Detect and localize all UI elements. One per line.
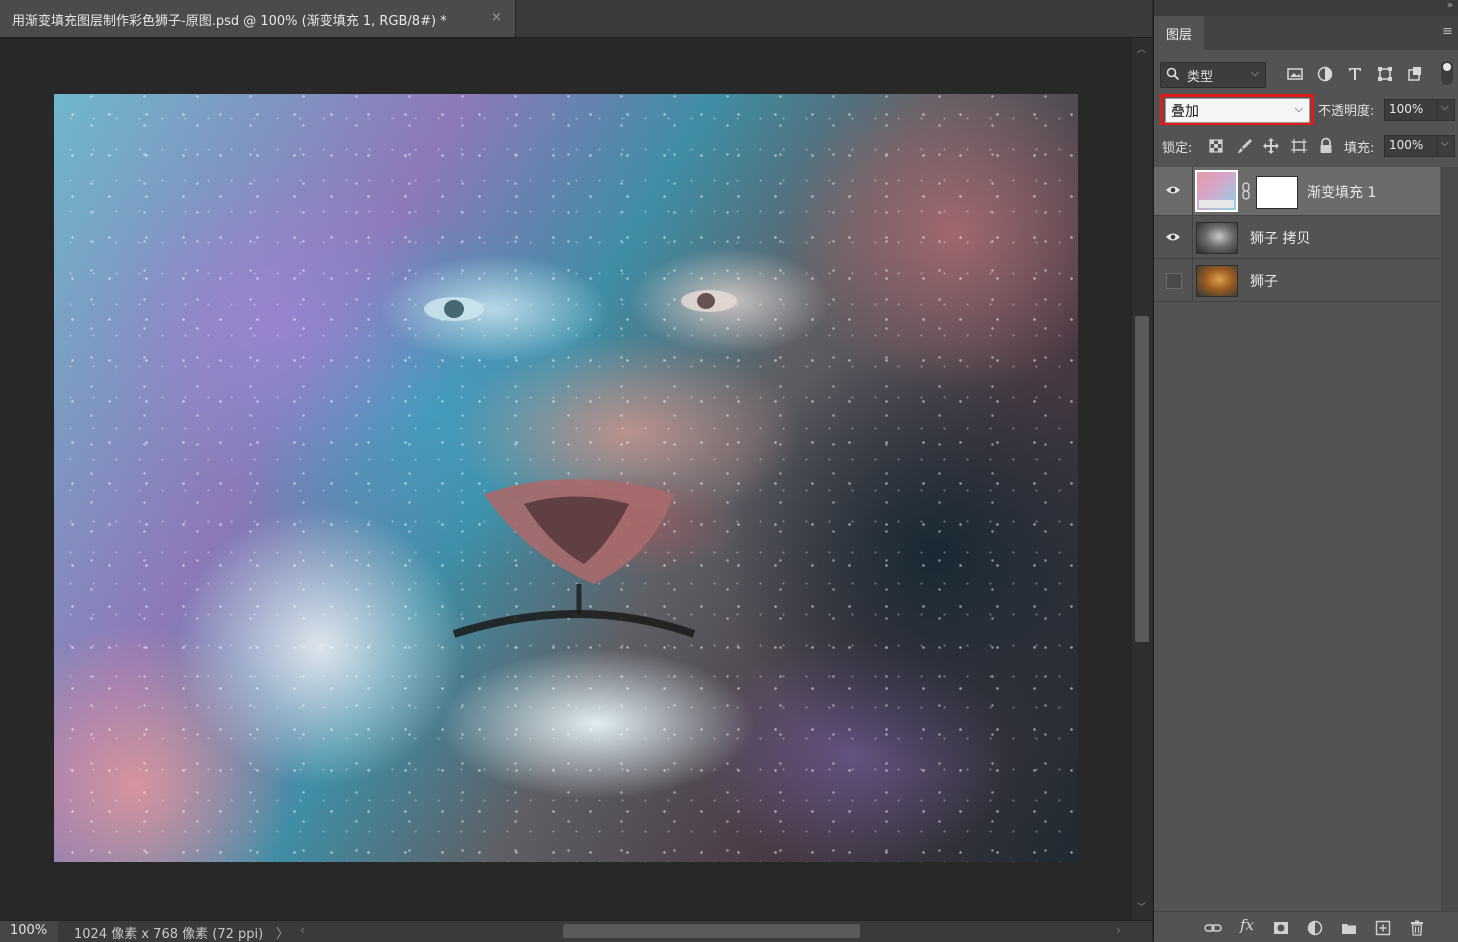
status-bar: 100% 1024 像素 x 768 像素 (72 ppi) 〉 ‹ › bbox=[0, 920, 1152, 942]
eye-icon[interactable] bbox=[1165, 231, 1181, 247]
lock-all-icon[interactable] bbox=[1317, 137, 1335, 155]
panel-tab-bar: 图层 ≡ bbox=[1154, 16, 1458, 50]
visibility-cell[interactable] bbox=[1154, 167, 1193, 215]
lock-artboard-icon[interactable] bbox=[1290, 137, 1308, 155]
fill-label: 填充: bbox=[1344, 141, 1375, 156]
lock-label: 锁定: bbox=[1162, 141, 1193, 156]
opacity-input[interactable]: 100% bbox=[1384, 99, 1438, 121]
new-adjustment-icon[interactable] bbox=[1306, 919, 1324, 937]
scroll-up-icon[interactable]: ︿ bbox=[1137, 42, 1146, 55]
fill-value: 100% bbox=[1389, 138, 1424, 152]
panel-header-strip: » bbox=[1154, 0, 1458, 16]
opacity-value: 100% bbox=[1389, 102, 1424, 116]
delete-layer-icon[interactable] bbox=[1408, 919, 1426, 937]
new-group-icon[interactable] bbox=[1340, 919, 1358, 937]
layers-scrollbar[interactable] bbox=[1441, 167, 1458, 911]
gradient-bar-icon bbox=[1199, 200, 1234, 208]
lock-position-icon[interactable] bbox=[1262, 137, 1280, 155]
smart-object-filter-icon[interactable] bbox=[1406, 65, 1424, 83]
image-filter-icon[interactable] bbox=[1286, 65, 1304, 83]
chevron-down-icon: ⌵ bbox=[1441, 102, 1449, 113]
layer-list: 渐变填充 1 狮子 拷贝 狮子 bbox=[1154, 167, 1440, 911]
gradient-fill-thumbnail[interactable] bbox=[1195, 170, 1238, 212]
opacity-dropdown-button[interactable]: ⌵ bbox=[1437, 99, 1455, 121]
layer-name[interactable]: 狮子 bbox=[1250, 271, 1278, 291]
layers-bottom-toolbar: fx bbox=[1154, 911, 1458, 942]
visibility-cell[interactable] bbox=[1154, 216, 1193, 258]
layer-row-lion[interactable]: 狮子 bbox=[1154, 259, 1440, 302]
vertical-scroll-thumb[interactable] bbox=[1135, 316, 1149, 642]
link-layers-icon[interactable] bbox=[1204, 919, 1222, 937]
chevron-down-icon: ⌵ bbox=[1294, 102, 1303, 115]
lion-thumbnail[interactable] bbox=[1196, 265, 1238, 297]
chevron-down-icon: ⌵ bbox=[1441, 138, 1449, 149]
lock-transparent-icon[interactable] bbox=[1207, 137, 1225, 155]
adjustment-filter-icon[interactable] bbox=[1316, 65, 1334, 83]
close-tab-icon[interactable]: × bbox=[491, 10, 502, 25]
shape-filter-icon[interactable] bbox=[1376, 65, 1394, 83]
document-title: 用渐变填充图层制作彩色狮子-原图.psd @ 100% (渐变填充 1, RGB… bbox=[12, 14, 447, 29]
tab-layers[interactable]: 图层 bbox=[1154, 16, 1204, 50]
panel-menu-icon[interactable]: ≡ bbox=[1442, 24, 1453, 39]
lion-copy-thumbnail[interactable] bbox=[1196, 222, 1238, 254]
fill-dropdown-button[interactable]: ⌵ bbox=[1437, 135, 1455, 157]
layer-name[interactable]: 渐变填充 1 bbox=[1307, 182, 1376, 202]
document-tab[interactable]: 用渐变填充图层制作彩色狮子-原图.psd @ 100% (渐变填充 1, RGB… bbox=[0, 0, 516, 37]
info-menu-arrow-icon[interactable]: 〉 bbox=[276, 923, 289, 942]
toggle-knob bbox=[1443, 63, 1451, 71]
link-icon[interactable] bbox=[1241, 182, 1251, 204]
layer-row-gradient-fill[interactable]: 渐变填充 1 bbox=[1154, 167, 1440, 216]
layers-panel: » 图层 ≡ 类型 ⌵ 叠加 ⌵ 不透明度: 100% ⌵ 锁定: 填充: 10… bbox=[1153, 0, 1458, 942]
hidden-visibility-box[interactable] bbox=[1166, 273, 1182, 289]
eye-icon[interactable] bbox=[1165, 184, 1181, 200]
scroll-down-icon[interactable]: ﹀ bbox=[1137, 900, 1146, 913]
scroll-right-icon[interactable]: › bbox=[1116, 923, 1121, 937]
new-layer-icon[interactable] bbox=[1374, 919, 1392, 937]
zoom-field[interactable]: 100% bbox=[0, 921, 58, 942]
filter-toggle-switch[interactable] bbox=[1441, 61, 1453, 85]
layer-row-lion-copy[interactable]: 狮子 拷贝 bbox=[1154, 216, 1440, 259]
canvas-area[interactable] bbox=[0, 38, 1132, 920]
horizontal-scroll-thumb[interactable] bbox=[563, 924, 860, 938]
chevron-down-icon: ⌵ bbox=[1250, 66, 1259, 79]
blend-mode-select[interactable]: 叠加 ⌵ bbox=[1165, 98, 1310, 123]
layer-name[interactable]: 狮子 拷贝 bbox=[1250, 228, 1310, 248]
add-style-icon[interactable]: fx bbox=[1240, 916, 1254, 934]
scroll-left-icon[interactable]: ‹ bbox=[300, 923, 305, 937]
collapse-panel-icon[interactable]: » bbox=[1447, 0, 1453, 11]
add-mask-icon[interactable] bbox=[1272, 919, 1290, 937]
lion-face-shape bbox=[424, 290, 737, 638]
fill-input[interactable]: 100% bbox=[1384, 135, 1438, 157]
blend-mode-value: 叠加 bbox=[1171, 104, 1199, 120]
filter-type-label: 类型 bbox=[1187, 70, 1214, 85]
layer-filter-select[interactable]: 类型 ⌵ bbox=[1160, 62, 1266, 88]
lock-image-icon[interactable] bbox=[1236, 137, 1254, 155]
layer-mask-thumbnail[interactable] bbox=[1256, 176, 1298, 209]
document-info: 1024 像素 x 768 像素 (72 ppi) bbox=[74, 927, 264, 942]
visibility-cell[interactable] bbox=[1154, 259, 1193, 301]
opacity-label: 不透明度: bbox=[1318, 104, 1375, 119]
lion-artwork-image[interactable] bbox=[54, 94, 1078, 862]
document-tab-bar: 用渐变填充图层制作彩色狮子-原图.psd @ 100% (渐变填充 1, RGB… bbox=[0, 0, 1152, 38]
tab-layers-label: 图层 bbox=[1166, 28, 1193, 43]
zoom-value: 100% bbox=[10, 923, 48, 938]
search-icon bbox=[1166, 67, 1180, 85]
type-filter-icon[interactable] bbox=[1346, 65, 1364, 83]
